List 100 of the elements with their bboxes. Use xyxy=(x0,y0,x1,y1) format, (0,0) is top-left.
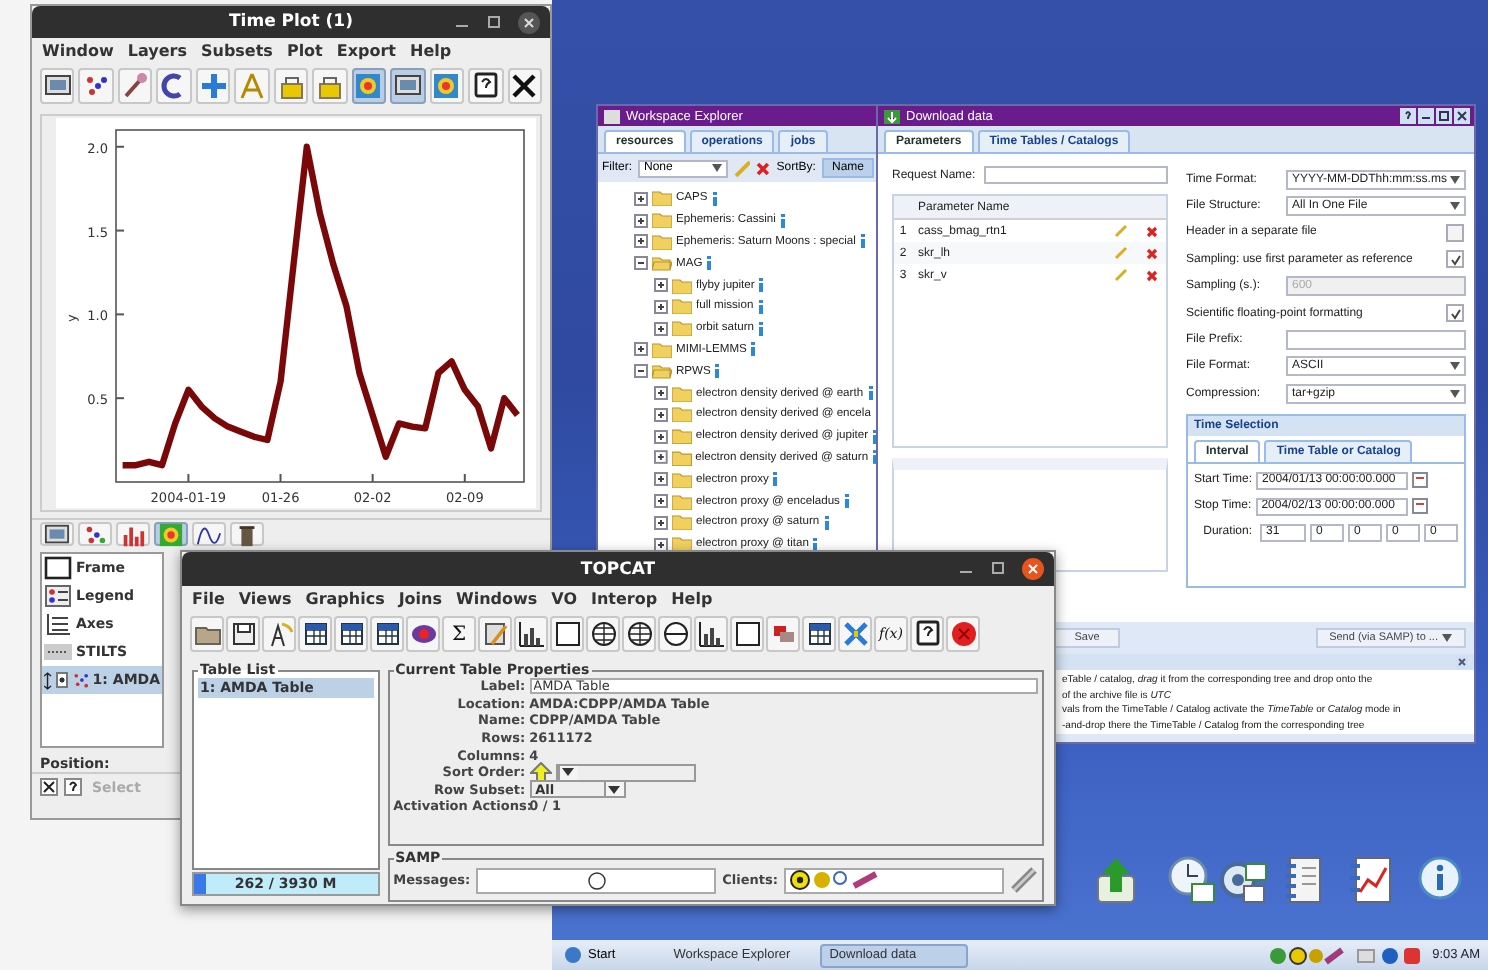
menu-item[interactable]: Views xyxy=(238,590,292,608)
maximize-icon[interactable] xyxy=(1436,108,1452,124)
drag-handle-icon[interactable] xyxy=(44,669,52,691)
lock-icon[interactable] xyxy=(273,68,309,104)
delete-icon[interactable] xyxy=(1145,225,1157,237)
delete-icon[interactable] xyxy=(756,161,771,175)
menu-item[interactable]: Graphics xyxy=(305,590,385,608)
minimize-icon[interactable] xyxy=(1418,108,1434,124)
menu-item[interactable]: VO xyxy=(551,590,577,608)
request-name-field[interactable] xyxy=(983,166,1168,184)
menu-item[interactable]: Windows xyxy=(456,590,538,608)
expander-icon[interactable] xyxy=(634,342,648,357)
expander-icon[interactable] xyxy=(654,515,668,530)
table-icon[interactable] xyxy=(298,616,332,652)
heatmap-icon[interactable] xyxy=(351,68,387,104)
calendar-icon[interactable] xyxy=(1411,498,1428,515)
maximize-icon[interactable] xyxy=(486,14,502,30)
checkbox[interactable] xyxy=(1446,250,1464,269)
help-icon[interactable] xyxy=(468,68,504,104)
info-icon[interactable] xyxy=(757,299,764,314)
info-icon[interactable] xyxy=(758,278,765,293)
expander-icon[interactable] xyxy=(634,191,648,206)
folder-icon[interactable] xyxy=(190,616,224,652)
bar-chart-icon[interactable] xyxy=(694,616,728,652)
expander-icon[interactable] xyxy=(654,472,668,487)
help-icon[interactable] xyxy=(64,778,82,796)
scatter-icon[interactable] xyxy=(78,522,112,546)
table-icon[interactable] xyxy=(370,616,404,652)
plug-icon[interactable] xyxy=(1010,866,1038,894)
delete-icon[interactable] xyxy=(1145,247,1157,259)
menu-item[interactable]: Help xyxy=(671,590,713,608)
expander-icon[interactable] xyxy=(654,407,668,422)
scatter-icon[interactable] xyxy=(78,68,114,104)
sum-button[interactable]: Σ xyxy=(442,616,476,652)
pin-icon[interactable] xyxy=(117,68,153,104)
circle-icon[interactable] xyxy=(658,616,692,652)
menu-item[interactable]: Export xyxy=(336,42,397,60)
globe-icon[interactable] xyxy=(586,616,620,652)
layer-checkbox[interactable] xyxy=(55,672,68,688)
menu-item[interactable]: Interop xyxy=(591,590,658,608)
move-icon[interactable] xyxy=(195,68,231,104)
info-icon[interactable] xyxy=(714,364,721,379)
checkbox[interactable] xyxy=(1446,304,1464,323)
window-icon[interactable] xyxy=(730,616,764,652)
screen-icon[interactable] xyxy=(40,522,74,546)
info-icon[interactable] xyxy=(812,537,819,552)
stop-icon[interactable] xyxy=(946,616,980,652)
trash-icon[interactable] xyxy=(230,522,264,546)
expander-icon[interactable] xyxy=(654,321,668,336)
info-icon[interactable] xyxy=(750,342,757,357)
expander-icon[interactable] xyxy=(654,537,668,552)
menu-item[interactable]: File xyxy=(192,590,225,608)
expander-icon[interactable] xyxy=(634,213,648,228)
expander-icon[interactable] xyxy=(654,386,668,401)
collapse-icon[interactable] xyxy=(1456,656,1468,668)
expander-icon[interactable] xyxy=(654,429,668,444)
maximize-icon[interactable] xyxy=(990,560,1006,576)
info-icon[interactable] xyxy=(772,472,779,487)
histogram-icon[interactable] xyxy=(514,616,548,652)
menu-item[interactable]: Joins xyxy=(398,590,442,608)
expander-icon[interactable] xyxy=(634,364,648,379)
menu-item[interactable]: Plot xyxy=(286,42,323,60)
screen-icon[interactable] xyxy=(40,68,75,104)
sort-dropdown[interactable] xyxy=(555,763,696,782)
close-icon[interactable] xyxy=(1022,557,1044,579)
square-icon[interactable] xyxy=(550,616,584,652)
expander-icon[interactable] xyxy=(654,278,668,293)
info-icon[interactable] xyxy=(758,321,764,336)
info-icon[interactable] xyxy=(867,386,874,401)
rotate-icon[interactable] xyxy=(156,68,192,104)
expander-icon[interactable] xyxy=(634,256,648,271)
info-icon[interactable] xyxy=(711,191,718,206)
close-icon[interactable] xyxy=(40,778,58,796)
help-icon[interactable] xyxy=(1400,108,1416,124)
save-icon[interactable] xyxy=(226,616,260,652)
menu-item[interactable]: Window xyxy=(42,42,114,60)
info-icon[interactable] xyxy=(859,234,866,249)
info-icon[interactable] xyxy=(779,213,786,228)
help-icon[interactable] xyxy=(910,616,944,652)
stack-icon[interactable] xyxy=(766,616,800,652)
cross-icon[interactable] xyxy=(838,616,872,652)
pen-icon[interactable] xyxy=(478,616,512,652)
lock-icon[interactable] xyxy=(312,68,348,104)
expander-icon[interactable] xyxy=(634,234,648,249)
info-icon[interactable] xyxy=(706,256,713,271)
menu-item[interactable]: Subsets xyxy=(200,42,273,60)
info-icon[interactable] xyxy=(823,515,830,530)
close-icon[interactable] xyxy=(1454,108,1470,124)
menu-item[interactable]: Layers xyxy=(127,42,187,60)
close-icon[interactable] xyxy=(518,11,540,33)
calendar-icon[interactable] xyxy=(1412,472,1429,489)
checkbox[interactable] xyxy=(1446,223,1464,242)
wave-icon[interactable] xyxy=(192,522,226,546)
info-icon[interactable] xyxy=(843,494,850,509)
expander-icon[interactable] xyxy=(654,299,668,314)
window-icon[interactable] xyxy=(390,68,426,104)
delete-icon[interactable] xyxy=(1145,269,1157,281)
expander-icon[interactable] xyxy=(654,494,668,509)
axes-icon[interactable] xyxy=(234,68,270,104)
menu-item[interactable]: Help xyxy=(410,42,452,60)
